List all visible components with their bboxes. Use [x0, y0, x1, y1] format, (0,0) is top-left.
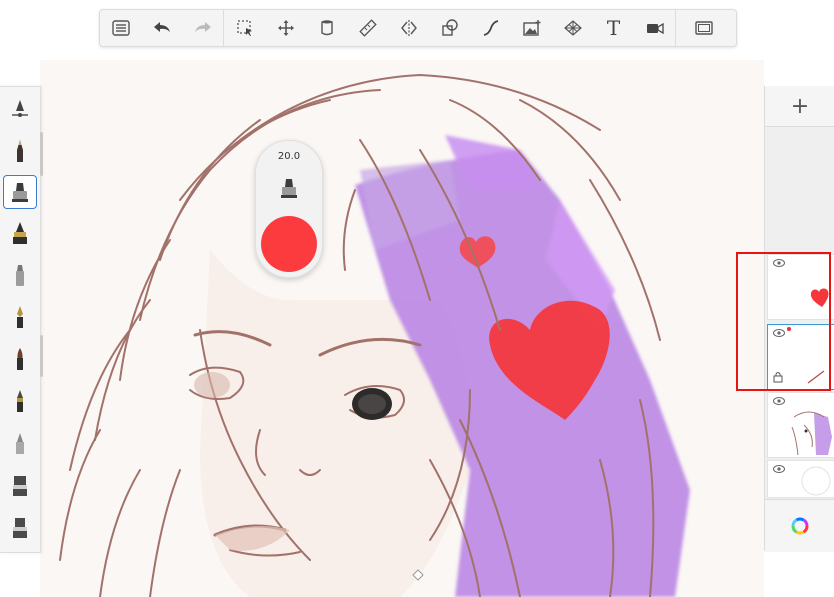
soft-brush-icon[interactable]: [4, 427, 36, 459]
list-icon[interactable]: [100, 10, 141, 46]
fill-icon[interactable]: [306, 10, 347, 46]
layer-background[interactable]: [767, 460, 834, 498]
ruler-icon[interactable]: [347, 10, 388, 46]
color-wheel-icon: [791, 517, 809, 535]
canvas-handle-icon[interactable]: [412, 569, 424, 581]
marker-brush-icon: [281, 179, 297, 198]
selection-icon[interactable]: [224, 10, 265, 46]
image-import-icon[interactable]: [511, 10, 552, 46]
fill-brush-icon[interactable]: [4, 469, 36, 501]
ballpoint-brush-icon[interactable]: [4, 385, 36, 417]
airbrush-icon[interactable]: [4, 259, 36, 291]
perspective-guide-icon[interactable]: [552, 10, 593, 46]
curve-icon[interactable]: [470, 10, 511, 46]
shapes-icon[interactable]: [429, 10, 470, 46]
paint-brush-icon[interactable]: [4, 343, 36, 375]
redo-icon[interactable]: [182, 10, 223, 46]
layer-sketch[interactable]: [767, 392, 834, 458]
undo-icon[interactable]: [141, 10, 182, 46]
color-wheel-button[interactable]: [765, 499, 834, 552]
brush-size-value[interactable]: 20.0: [256, 151, 322, 162]
fullscreen-icon[interactable]: [676, 10, 732, 46]
symmetry-icon[interactable]: [388, 10, 429, 46]
brush-puck[interactable]: 20.0: [255, 140, 323, 278]
brush-scrollbar[interactable]: [40, 132, 43, 176]
video-icon[interactable]: [634, 10, 675, 46]
highlight-annotation-box: [736, 252, 831, 391]
brush-library-panel: [0, 86, 41, 553]
layer-thumbnail-blank: [801, 466, 831, 496]
text-tool-label: T: [606, 16, 621, 40]
ink-brush-icon[interactable]: [4, 217, 36, 249]
eye-icon[interactable]: [773, 465, 785, 473]
layer-thumbnail-portrait: [791, 411, 832, 455]
eye-icon[interactable]: [773, 397, 785, 405]
add-layer-button[interactable]: +: [765, 86, 834, 127]
top-toolbar: T: [99, 9, 737, 47]
brush-color-swatch[interactable]: [261, 216, 317, 272]
eraser-brush-icon[interactable]: [4, 511, 36, 543]
marker-brush-icon[interactable]: [3, 175, 37, 209]
pencil-brush-icon[interactable]: [4, 135, 36, 167]
brush-settings-icon[interactable]: [4, 93, 36, 125]
text-icon[interactable]: T: [593, 10, 634, 46]
drawing-canvas[interactable]: [0, 0, 834, 597]
fountain-pen-icon[interactable]: [4, 301, 36, 333]
transform-icon[interactable]: [265, 10, 306, 46]
brush-scrollbar[interactable]: [40, 335, 43, 377]
